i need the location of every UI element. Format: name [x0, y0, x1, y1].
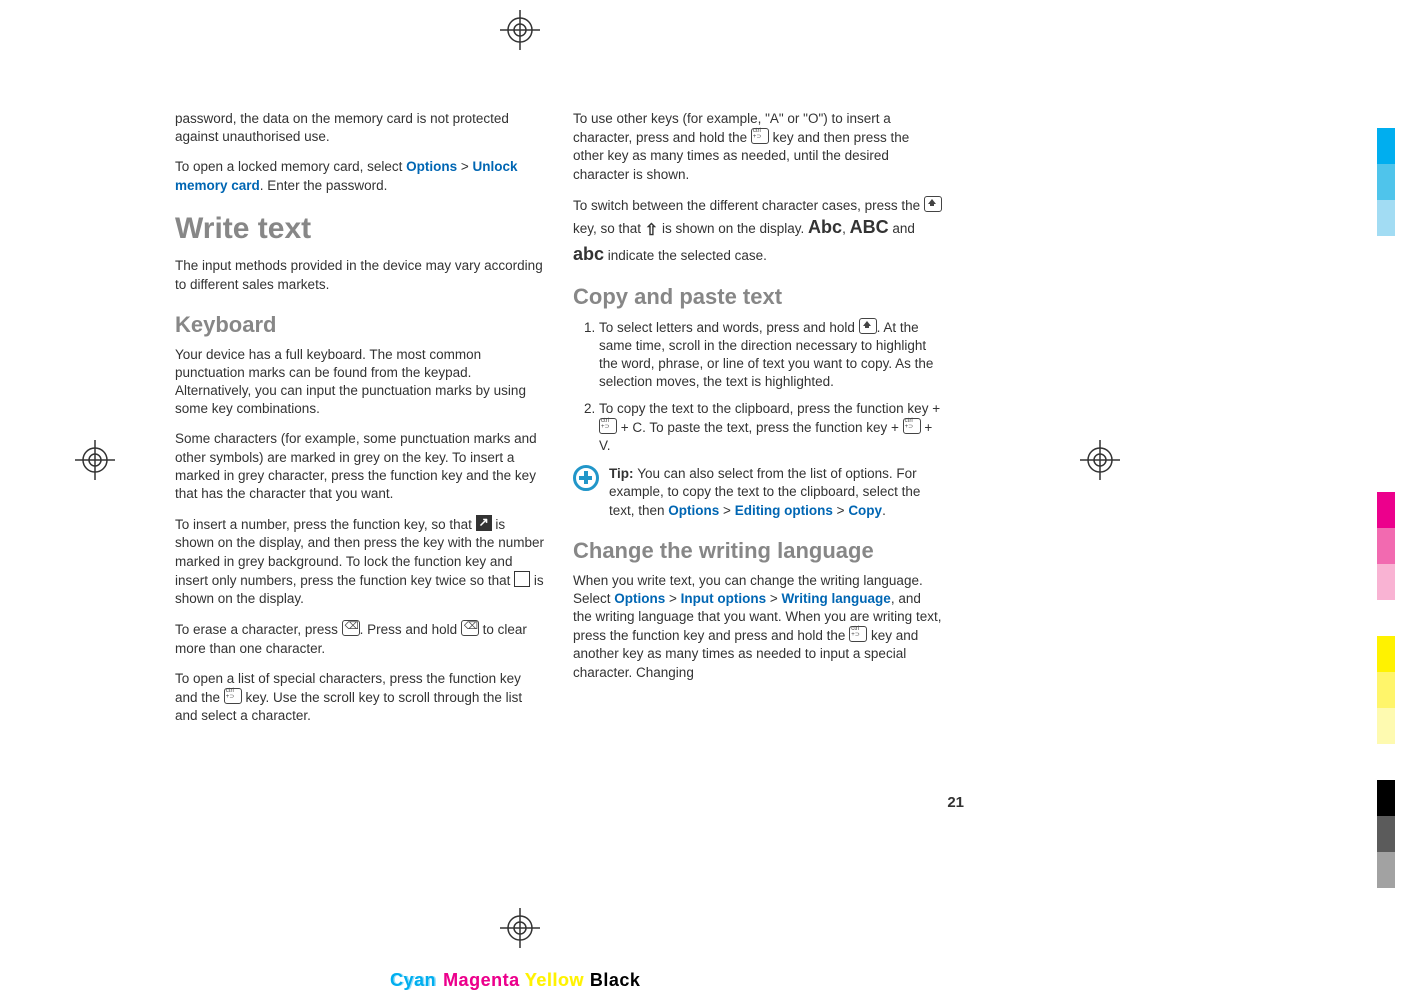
shift-key-icon	[924, 196, 942, 212]
heading-write-text: Write text	[175, 209, 545, 250]
paragraph: Some characters (for example, some punct…	[175, 430, 545, 503]
paragraph: To open a locked memory card, select Opt…	[175, 158, 545, 194]
color-swatch	[1377, 164, 1395, 200]
color-swatch	[1377, 528, 1395, 564]
color-swatch	[1377, 636, 1395, 672]
paragraph: To use other keys (for example, "A" or "…	[573, 110, 943, 184]
color-swatch	[1377, 672, 1395, 708]
backspace-key-icon	[461, 620, 479, 636]
ctrl-key-icon	[903, 418, 921, 434]
color-swatch	[1377, 816, 1395, 852]
color-swatch	[1377, 200, 1395, 236]
options-link: Options	[406, 159, 457, 174]
case-abc-mixed: Abc	[808, 217, 842, 237]
copy-link: Copy	[848, 503, 882, 518]
registration-mark-right	[1080, 440, 1120, 480]
right-column: To use other keys (for example, "A" or "…	[573, 110, 943, 737]
color-swatch-strip-top	[1377, 56, 1395, 236]
cyan-label-overlay: Cyan	[392, 970, 438, 990]
case-abc-lower: abc	[573, 244, 604, 264]
color-swatch	[1377, 92, 1395, 128]
color-swatch	[1377, 600, 1395, 636]
list-item: To copy the text to the clipboard, press…	[599, 400, 943, 456]
color-swatch	[1377, 744, 1395, 780]
paragraph: To switch between the different characte…	[573, 196, 943, 266]
color-swatch	[1377, 852, 1395, 888]
color-swatch	[1377, 56, 1395, 92]
tip-label: Tip:	[609, 466, 637, 481]
shift-glyph-icon: ⇧	[645, 220, 658, 242]
paragraph: To insert a number, press the function k…	[175, 515, 545, 608]
paragraph: The input methods provided in the device…	[175, 257, 545, 293]
ctrl-key-icon	[751, 128, 769, 144]
registration-mark-left	[75, 440, 115, 480]
ctrl-key-icon	[599, 418, 617, 434]
shift-key-icon	[859, 318, 877, 334]
yellow-label-overlay: Yellow	[525, 970, 584, 990]
black-label: Black	[590, 970, 641, 990]
tip-plus-icon	[573, 465, 599, 491]
input-options-link: Input options	[681, 591, 766, 606]
color-swatch	[1377, 564, 1395, 600]
color-swatch	[1377, 780, 1395, 816]
paragraph: To open a list of special characters, pr…	[175, 670, 545, 726]
paragraph: To erase a character, press . Press and …	[175, 620, 545, 657]
ordered-list: To select letters and words, press and h…	[573, 318, 943, 456]
ctrl-key-icon	[224, 688, 242, 704]
function-lock-indicator-icon	[514, 571, 530, 587]
color-swatch-strip-bottom	[1377, 492, 1395, 888]
cmyk-footer: Cyan Cyan Magenta Magenta Yellow Yellow …	[390, 968, 640, 992]
ctrl-key-icon	[849, 626, 867, 642]
color-swatch	[1377, 708, 1395, 744]
function-indicator-icon	[476, 515, 492, 531]
page-number: 21	[947, 793, 964, 813]
options-link: Options	[668, 503, 719, 518]
paragraph: password, the data on the memory card is…	[175, 110, 545, 146]
registration-mark-bottom	[500, 908, 540, 948]
options-link: Options	[614, 591, 665, 606]
magenta-label-overlay: Magenta	[443, 970, 520, 990]
tip-block: Tip: You can also select from the list o…	[573, 465, 943, 520]
case-abc-upper: ABC	[850, 217, 889, 237]
backspace-key-icon	[342, 620, 360, 636]
list-item: To select letters and words, press and h…	[599, 318, 943, 392]
heading-change-writing-language: Change the writing language	[573, 536, 943, 566]
heading-keyboard: Keyboard	[175, 310, 545, 340]
color-swatch	[1377, 492, 1395, 528]
editing-options-link: Editing options	[735, 503, 833, 518]
heading-copy-paste: Copy and paste text	[573, 282, 943, 312]
color-swatch	[1377, 128, 1395, 164]
left-column: password, the data on the memory card is…	[175, 110, 545, 737]
paragraph: When you write text, you can change the …	[573, 572, 943, 682]
paragraph: Your device has a full keyboard. The mos…	[175, 346, 545, 419]
writing-language-link: Writing language	[782, 591, 891, 606]
registration-mark-top	[500, 10, 540, 50]
